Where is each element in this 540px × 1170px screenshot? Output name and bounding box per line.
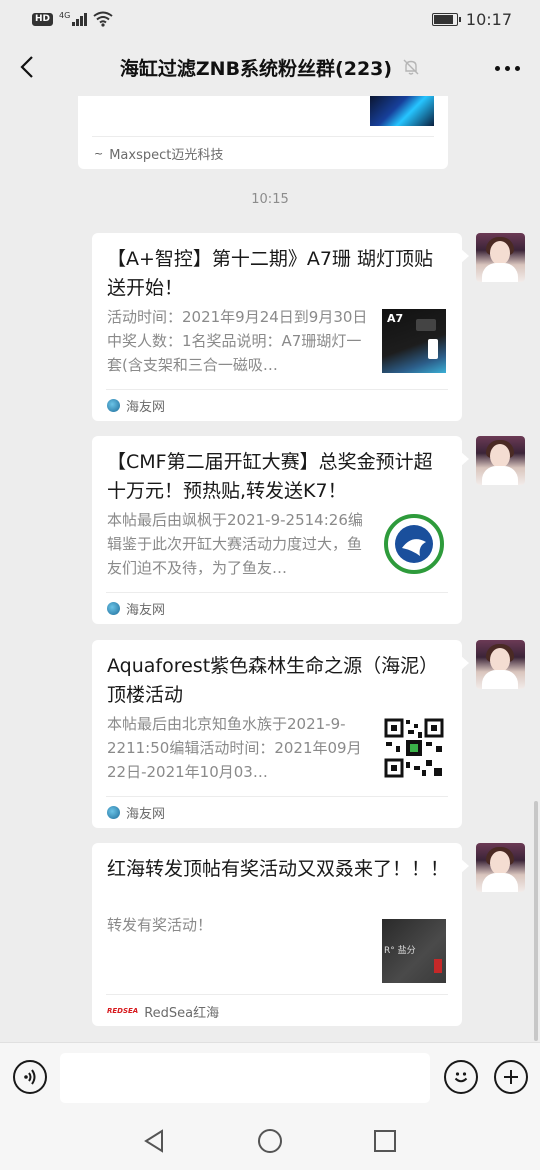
square-recents-icon: [374, 1130, 396, 1152]
wifi-icon: [93, 11, 113, 27]
avatar[interactable]: [476, 233, 525, 282]
card-source-name: RedSea红海: [144, 1006, 220, 1021]
card-source-name: 海友网: [126, 603, 166, 618]
card-thumbnail: A7: [382, 309, 446, 373]
link-card[interactable]: Aquaforest紫色森林生命之源（海泥）顶楼活动 本帖最后由北京知鱼水族于2…: [92, 640, 469, 828]
nav-recents-button[interactable]: [372, 1128, 398, 1154]
card-source-name: 海友网: [126, 807, 166, 822]
mute-bell-icon: [403, 59, 419, 75]
voice-input-button[interactable]: [13, 1060, 47, 1094]
card-source: REDSEA RedSea红海: [107, 1002, 219, 1021]
chevron-left-icon: [20, 56, 33, 78]
card-description: 活动时间：2021年9月24日到9月30日中奖人数：1名奖品说明：A7珊瑚灯一套…: [107, 308, 368, 374]
link-card[interactable]: 【CMF第二届开缸大赛】总奖金预计超十万元！预热贴,转发送K7！ 本帖最后由飒枫…: [92, 436, 469, 624]
haiyou-logo-icon: [107, 806, 120, 819]
input-bar: [0, 1042, 540, 1112]
card-description: 转发有奖活动！: [107, 916, 213, 934]
nav-back-button[interactable]: [142, 1128, 168, 1154]
previous-card-thumbnail: [370, 96, 434, 126]
cellular-signal-icon: 4G: [59, 11, 88, 26]
battery-icon: [431, 12, 461, 26]
clock: 10:17: [465, 9, 512, 29]
card-title: 【CMF第二届开缸大赛】总奖金预计超十万元！预热贴,转发送K7！: [107, 451, 433, 502]
card-source-name: 海友网: [126, 400, 166, 415]
haiyou-logo-icon: [107, 602, 120, 615]
card-title: 红海转发顶帖有奖活动又双叒来了！！！: [107, 858, 450, 880]
avatar[interactable]: [476, 436, 525, 485]
card-source: 海友网: [107, 396, 165, 415]
card-title: Aquaforest紫色森林生命之源（海泥）顶楼活动: [107, 655, 439, 706]
card-thumbnail: R° 盐分: [382, 919, 446, 983]
scrollbar[interactable]: [534, 801, 538, 1041]
previous-message-card[interactable]: ~ Maxspect迈光科技: [78, 96, 448, 169]
circle-home-icon: [258, 1129, 282, 1153]
system-navigation-bar: [0, 1112, 540, 1170]
card-source-name: Maxspect迈光科技: [109, 148, 224, 163]
card-source: ~ Maxspect迈光科技: [94, 144, 223, 163]
maxspect-logo-icon: ~: [94, 147, 104, 160]
status-bar: HD 4G 10:17: [0, 0, 540, 38]
chat-timestamp: 10:15: [251, 192, 289, 207]
title-bar: 海缸过滤ZNB系统粉丝群(223): [0, 38, 540, 96]
triangle-back-icon: [144, 1129, 163, 1153]
qr-code-thumbnail: [382, 716, 446, 780]
voice-icon: [24, 1069, 36, 1085]
avatar[interactable]: [476, 843, 525, 892]
redsea-logo-icon: REDSEA: [107, 1007, 139, 1015]
link-card[interactable]: 红海转发顶帖有奖活动又双叒来了！！！ 转发有奖活动！ R° 盐分 REDSEA …: [92, 843, 469, 1026]
link-card[interactable]: 【A+智控】第十二期》A7珊 瑚灯顶贴送开始！ 活动时间：2021年9月24日到…: [92, 233, 469, 421]
card-description: 本帖最后由北京知鱼水族于2021-9-2211:50编辑活动时间：2021年09…: [107, 715, 362, 781]
plus-icon: [504, 1070, 518, 1084]
hd-badge: HD: [32, 12, 54, 26]
more-functions-button[interactable]: [494, 1060, 528, 1094]
card-title: 【A+智控】第十二期》A7珊 瑚灯顶贴送开始！: [107, 248, 434, 299]
back-button[interactable]: [14, 53, 40, 81]
card-source: 海友网: [107, 803, 165, 822]
more-options-button[interactable]: [495, 56, 520, 80]
chat-title: 海缸过滤ZNB系统粉丝群(223): [119, 57, 393, 80]
nav-home-button[interactable]: [257, 1128, 283, 1154]
emoji-button[interactable]: [444, 1060, 478, 1094]
avatar[interactable]: [476, 640, 525, 689]
smiley-icon: [454, 1072, 468, 1083]
card-source: 海友网: [107, 599, 165, 618]
haiyou-logo-icon: [107, 399, 120, 412]
chat-area[interactable]: ~ Maxspect迈光科技 10:15 【A+智控】第十二期》A7珊 瑚灯顶贴…: [0, 96, 540, 1042]
card-thumbnail: [382, 512, 446, 576]
card-description: 本帖最后由飒枫于2021-9-2514:26编辑鉴于此次开缸大赛活动力度过大，鱼…: [107, 511, 363, 577]
message-input[interactable]: [60, 1053, 430, 1103]
network-type: 4G: [59, 11, 71, 20]
